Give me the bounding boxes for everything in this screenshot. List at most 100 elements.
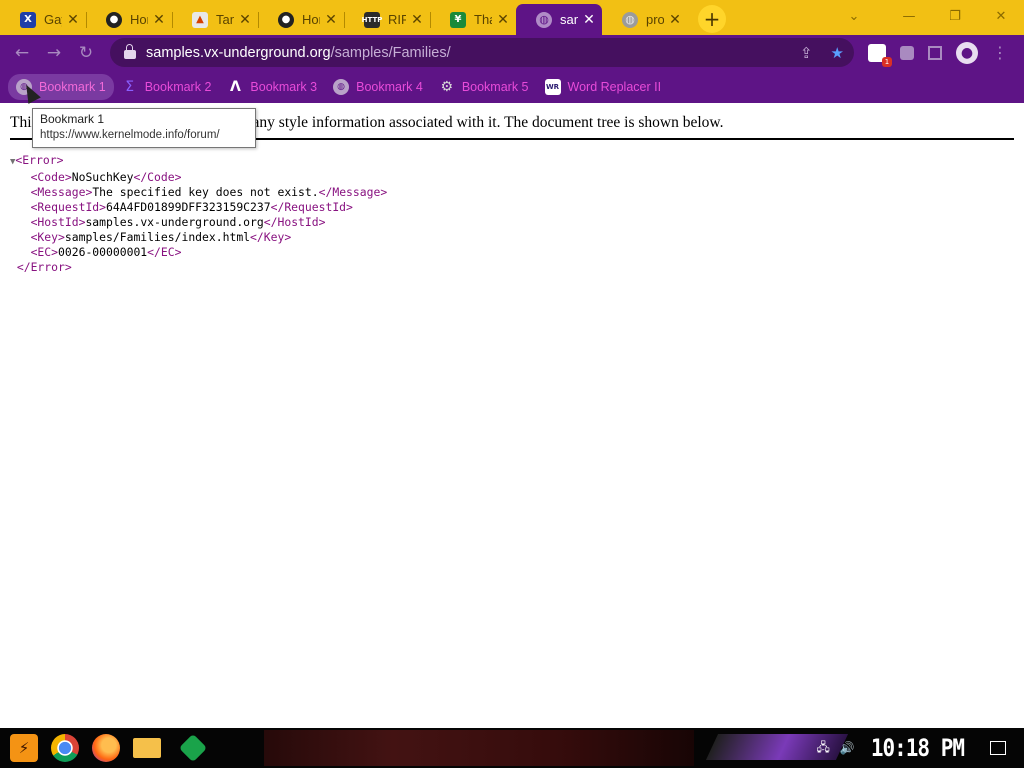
bookmark-tooltip: Bookmark 1 https://www.kernelmode.info/f… xyxy=(32,108,256,148)
tab-active[interactable]: ◍ samp ✕ xyxy=(516,4,602,35)
reload-button[interactable]: ↻ xyxy=(70,43,102,63)
volume-icon[interactable]: 🔊 xyxy=(840,741,855,755)
tab-title: Home xyxy=(302,12,320,27)
clock[interactable]: 10:18 PM xyxy=(871,734,965,762)
tab-title: samp xyxy=(560,12,578,27)
tab-search-chevron-icon[interactable]: ⌄ xyxy=(836,9,872,24)
tab-title: prox xyxy=(646,12,664,27)
close-icon[interactable]: ✕ xyxy=(66,12,80,28)
toolbar-right: 1 ● ⋮ xyxy=(868,41,1008,67)
bookmark-label: Word Replacer II xyxy=(567,79,662,94)
start-icon[interactable]: ⚡ xyxy=(10,734,38,762)
bookmark-2[interactable]: Σ Bookmark 2 xyxy=(114,74,220,100)
extension-icon[interactable]: 1 xyxy=(868,43,892,67)
globe-icon: ◍ xyxy=(536,11,552,28)
profile-avatar-icon[interactable]: ● xyxy=(956,41,978,64)
back-button[interactable]: ← xyxy=(6,43,38,63)
bookmark-4[interactable]: ◍ Bookmark 4 xyxy=(325,74,431,100)
tab-3[interactable]: ▲ Tamp ✕ xyxy=(172,4,258,35)
close-icon[interactable]: ✕ xyxy=(582,12,596,28)
window-controls: ⌄ — ❐ ✕ xyxy=(836,0,1024,32)
notice-start: Thi xyxy=(10,114,32,131)
lambda-icon: Λ xyxy=(229,78,241,95)
tab-title: RIP I xyxy=(388,12,406,27)
green-shield-icon: ¥ xyxy=(450,11,466,28)
xml-key: <Key>samples/Families/index.html</Key> xyxy=(30,230,292,244)
extension-badge: 1 xyxy=(882,56,892,67)
tab-6[interactable]: ¥ Than ✕ xyxy=(430,4,516,35)
globe-icon: ◍ xyxy=(622,11,638,28)
xml-code: <Code>NoSuchKey</Code> xyxy=(30,170,182,184)
system-tray: 🖧 🔊 10:18 PM xyxy=(817,728,1024,768)
close-icon[interactable]: ✕ xyxy=(496,12,510,28)
xml-tree: ▼<Error> <Code>NoSuchKey</Code> <Message… xyxy=(10,153,387,275)
xml-ec: <EC>0026-00000001</EC> xyxy=(30,245,182,259)
tab-8[interactable]: ◍ prox ✕ xyxy=(602,4,688,35)
bookmark-label: Bookmark 3 xyxy=(250,79,318,94)
xml-requestid: <RequestId>64A4FD01899DFF323159C237</Req… xyxy=(30,200,353,214)
notice-end: any style information associated with it… xyxy=(252,114,724,131)
wr-icon: WR xyxy=(544,78,561,95)
bookmark-label: Bookmark 4 xyxy=(356,79,423,94)
forward-button[interactable]: → xyxy=(38,43,70,63)
address-bar[interactable]: samples.vx-underground.org/samples/Famil… xyxy=(110,38,854,67)
tab-5[interactable]: HTTP RIP I ✕ xyxy=(344,4,430,35)
address-bar-actions: ⇪ ★ xyxy=(800,38,844,67)
bookmark-label: Bookmark 1 xyxy=(39,79,106,94)
tab-1[interactable]: X Gay F ✕ xyxy=(0,4,86,35)
bookmark-5[interactable]: ⚙ Bookmark 5 xyxy=(431,74,537,100)
tooltip-url: https://www.kernelmode.info/forum/ xyxy=(40,129,220,141)
tab-title: Than xyxy=(474,12,492,27)
tooltip-title: Bookmark 1 xyxy=(40,112,105,126)
mask-icon: ● xyxy=(106,11,122,28)
sigma-icon: Σ xyxy=(125,78,135,95)
restore-button[interactable]: ❐ xyxy=(932,9,978,24)
tab-title: Gay F xyxy=(44,12,62,27)
tab-strip: X Gay F ✕ ● Home ✕ ▲ Tamp ✕ ● Home ✕ HTT… xyxy=(0,4,688,35)
xml-hostid: <HostId>samples.vx-underground.org</Host… xyxy=(30,215,326,229)
url-host: samples.vx-underground.org xyxy=(146,44,331,61)
firefox-icon[interactable] xyxy=(92,734,120,762)
close-window-button[interactable]: ✕ xyxy=(978,9,1024,24)
xml-message: <Message>The specified key does not exis… xyxy=(30,185,388,199)
mask-icon: ● xyxy=(278,11,294,28)
chart-icon: ▲ xyxy=(192,11,208,28)
bookmark-word-replacer[interactable]: WR Word Replacer II xyxy=(537,74,670,100)
new-tab-button[interactable]: + xyxy=(698,5,726,33)
bookmarks-bar: ◍ Bookmark 1 Σ Bookmark 2 Λ Bookmark 3 ◍… xyxy=(0,70,1024,103)
tab-title: Tamp xyxy=(216,12,234,27)
close-icon[interactable]: ✕ xyxy=(152,12,166,28)
minimize-button[interactable]: — xyxy=(886,9,932,24)
bookmark-label: Bookmark 2 xyxy=(144,79,212,94)
page-content: Thi any style information associated with… xyxy=(0,103,1024,728)
share-icon[interactable]: ⇪ xyxy=(800,44,813,62)
close-icon[interactable]: ✕ xyxy=(668,12,682,28)
bookmark-3[interactable]: Λ Bookmark 3 xyxy=(219,74,325,100)
tab-title: Home xyxy=(130,12,148,27)
network-icon[interactable]: 🖧 xyxy=(817,738,830,759)
tab-4[interactable]: ● Home ✕ xyxy=(258,4,344,35)
xml-root-open[interactable]: ▼<Error> xyxy=(10,153,387,170)
bookmark-star-icon[interactable]: ★ xyxy=(831,44,844,62)
close-icon[interactable]: ✕ xyxy=(410,12,424,28)
chrome-icon[interactable] xyxy=(51,734,79,762)
bookmark-label: Bookmark 5 xyxy=(461,79,529,94)
extensions-puzzle-icon[interactable] xyxy=(900,45,914,60)
gear-icon: ⚙ xyxy=(440,78,454,95)
side-panel-icon[interactable] xyxy=(928,45,942,60)
taskbar-wallpaper-band xyxy=(264,730,694,766)
tab-2[interactable]: ● Home ✕ xyxy=(86,4,172,35)
xml-root-close: </Error> xyxy=(16,260,72,274)
x-icon: X xyxy=(20,11,36,28)
file-explorer-icon[interactable] xyxy=(133,738,161,758)
close-icon[interactable]: ✕ xyxy=(238,12,252,28)
browser-toolbar: ← → ↻ samples.vx-underground.org/samples… xyxy=(0,35,1024,70)
taskbar: ⚡ 🖧 🔊 10:18 PM xyxy=(0,728,1024,768)
notification-icon[interactable] xyxy=(990,741,1006,755)
close-icon[interactable]: ✕ xyxy=(324,12,338,28)
url-path: /samples/Families/ xyxy=(330,44,451,61)
app-icon[interactable] xyxy=(178,733,208,763)
lock-icon[interactable] xyxy=(124,44,136,59)
globe-icon: ◍ xyxy=(333,78,350,95)
menu-icon[interactable]: ⋮ xyxy=(992,43,1008,62)
